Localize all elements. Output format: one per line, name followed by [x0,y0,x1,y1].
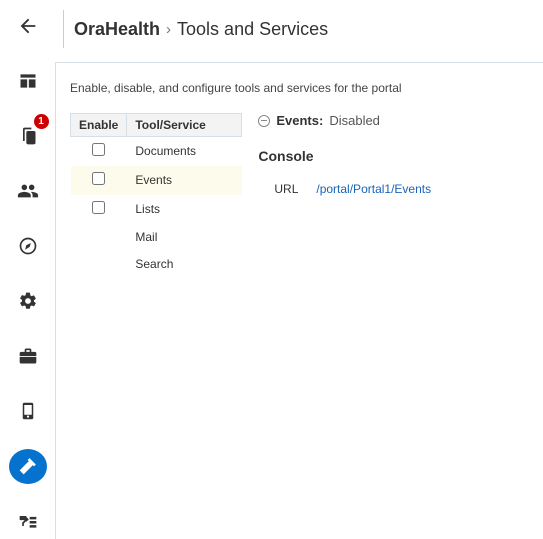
tool-name: Events [127,166,242,195]
back-button[interactable] [9,8,47,43]
enable-checkbox[interactable] [92,143,105,156]
status-label: Events: [276,113,323,128]
table-row[interactable]: Mail [71,224,242,251]
grid-icon [18,71,38,91]
content-panel: Enable, disable, and configure tools and… [55,62,543,539]
compass-icon [18,236,38,256]
nav-dashboard[interactable] [9,63,47,98]
nav-deploy[interactable] [9,504,47,539]
table-row[interactable]: Lists [71,195,242,224]
people-icon [17,180,39,202]
table-row[interactable]: Documents [71,137,242,166]
nav-device[interactable] [9,394,47,429]
console-title: Console [258,148,529,164]
enable-checkbox[interactable] [92,201,105,214]
status-value: Disabled [329,113,380,128]
tool-name: Documents [127,137,242,166]
nav-settings[interactable] [9,283,47,318]
breadcrumb: OraHealth › Tools and Services [74,19,328,40]
tool-name: Search [127,251,242,278]
disabled-icon [258,115,270,127]
nav-tools[interactable] [9,449,47,484]
page-title: Tools and Services [177,19,328,40]
status-row: Events: Disabled [258,113,529,128]
tools-table: Enable Tool/Service DocumentsEventsLists… [70,113,242,278]
tool-name: Lists [127,195,242,224]
nav-pages[interactable]: 1 [9,118,47,153]
console-url-label: URL [274,182,298,196]
nav-toolbox[interactable] [9,339,47,374]
sidebar: 1 [0,0,55,539]
gear-icon [18,291,38,311]
main-area: OraHealth › Tools and Services Enable, d… [55,0,543,539]
breadcrumb-root[interactable]: OraHealth [74,19,160,40]
device-icon [19,400,37,422]
breadcrumb-separator: › [166,21,171,38]
deploy-icon [17,511,39,531]
tool-name: Mail [127,224,242,251]
back-arrow-icon [17,15,39,37]
instructions-text: Enable, disable, and configure tools and… [70,81,529,95]
briefcase-icon [18,346,38,366]
col-enable: Enable [71,114,127,137]
hammer-icon [18,456,38,476]
col-tool: Tool/Service [127,114,242,137]
nav-members[interactable] [9,173,47,208]
table-row[interactable]: Search [71,251,242,278]
header: OraHealth › Tools and Services [55,0,543,62]
pages-icon [18,126,38,146]
divider [63,10,64,48]
nav-explore[interactable] [9,228,47,263]
badge: 1 [34,114,49,129]
table-row[interactable]: Events [71,166,242,195]
console-url-link[interactable]: /portal/Portal1/Events [316,182,431,196]
enable-checkbox[interactable] [92,172,105,185]
